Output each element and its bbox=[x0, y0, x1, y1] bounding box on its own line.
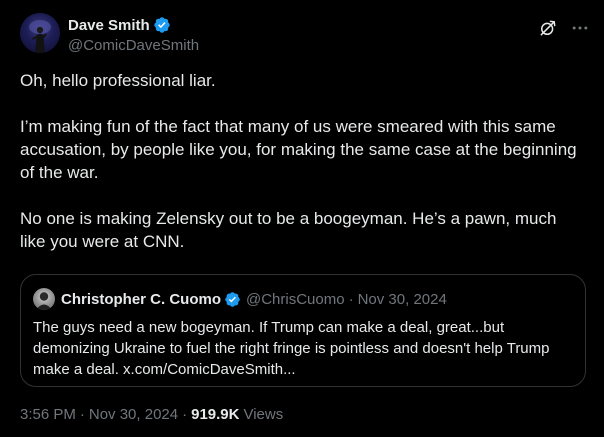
tweet-body: Oh, hello professional liar. I’m making … bbox=[20, 69, 586, 276]
author-display-name[interactable]: Dave Smith bbox=[68, 17, 150, 34]
meta-separator-2: · bbox=[182, 406, 188, 423]
quoted-tweet-text: The guys need a new bogeyman. If Trump c… bbox=[33, 319, 550, 378]
grok-icon[interactable] bbox=[538, 18, 558, 38]
author-handle[interactable]: @ComicDaveSmith bbox=[68, 37, 199, 54]
quoted-author-display-name[interactable]: Christopher C. Cuomo bbox=[61, 291, 221, 308]
tweet-paragraph-1: Oh, hello professional liar. bbox=[20, 71, 216, 90]
quoted-author-avatar[interactable] bbox=[33, 288, 55, 310]
views-label: Views bbox=[243, 406, 284, 423]
tweet-meta: 3:56 PM · Nov 30, 2024 · 919.9K Views bbox=[20, 406, 283, 423]
more-options-icon[interactable] bbox=[570, 18, 590, 38]
tweet-time[interactable]: 3:56 PM bbox=[20, 406, 76, 423]
meta-separator: · bbox=[79, 406, 85, 423]
author-name-block: Dave Smith @ComicDaveSmith bbox=[68, 15, 199, 55]
quoted-separator: · bbox=[348, 290, 354, 308]
quoted-tweet-header: Christopher C. Cuomo @ChrisCuomo · Nov 3… bbox=[33, 288, 447, 310]
tweet-header: Dave Smith @ComicDaveSmith bbox=[20, 13, 590, 55]
tweet-paragraph-2: I’m making fun of the fact that many of … bbox=[20, 117, 577, 182]
quoted-tweet-card[interactable]: Christopher C. Cuomo @ChrisCuomo · Nov 3… bbox=[20, 274, 586, 387]
tweet-date[interactable]: Nov 30, 2024 bbox=[89, 406, 178, 423]
views-count: 919.9K bbox=[191, 406, 240, 423]
profile-photo bbox=[29, 20, 51, 53]
tweet-paragraph-3: No one is making Zelensky out to be a bo… bbox=[20, 209, 557, 251]
verified-badge-icon[interactable] bbox=[153, 16, 171, 34]
author-avatar[interactable] bbox=[20, 13, 60, 53]
quoted-date[interactable]: Nov 30, 2024 bbox=[358, 291, 447, 308]
quoted-author-handle[interactable]: @ChrisCuomo bbox=[246, 291, 345, 308]
quoted-verified-badge-icon[interactable] bbox=[224, 291, 241, 308]
quoted-profile-photo bbox=[36, 292, 52, 310]
